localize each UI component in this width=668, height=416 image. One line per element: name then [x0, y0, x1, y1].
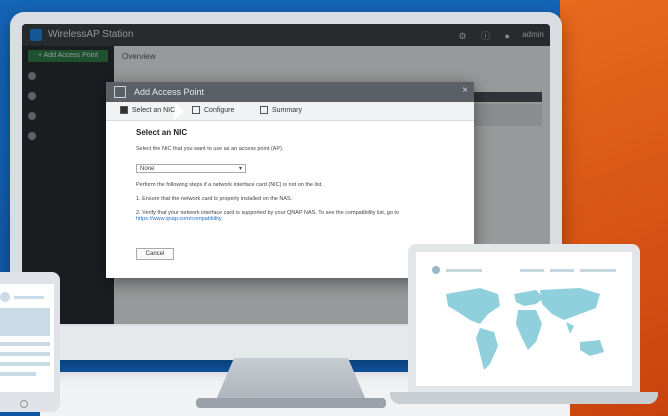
close-icon[interactable]: × — [462, 85, 468, 96]
step-arrow — [174, 102, 184, 120]
nic-select-value: None — [140, 166, 155, 172]
dialog-header: Add Access Point × — [106, 82, 474, 102]
phone-text-line — [0, 362, 50, 366]
home-button-icon — [20, 400, 28, 408]
laptop-title-bar — [446, 269, 482, 272]
nic-prompt: Select the NIC that you want to use as a… — [136, 146, 284, 152]
wizard-steps: Select an NIC Configure Summary — [106, 102, 474, 121]
access-point-icon — [114, 86, 126, 98]
step-summary: Summary — [260, 106, 302, 114]
nic-select[interactable]: None ▾ — [136, 164, 246, 173]
phone-avatar-icon — [0, 292, 10, 302]
chevron-down-icon: ▾ — [238, 166, 242, 172]
laptop-avatar-icon — [432, 266, 440, 274]
step-label: Summary — [272, 106, 302, 114]
cancel-button[interactable]: Cancel — [136, 248, 174, 260]
configure-icon — [192, 106, 200, 114]
laptop-base — [390, 392, 658, 404]
laptop-nav-bar — [580, 269, 616, 272]
instruction-step-1: 1. Ensure that the network card is prope… — [136, 196, 293, 202]
phone-content-block — [0, 308, 50, 336]
step-label: Select an NIC — [132, 106, 176, 114]
nic-icon — [120, 106, 128, 114]
step-select-nic: Select an NIC — [120, 106, 175, 114]
laptop-nav-bar — [550, 269, 574, 272]
world-map-icon — [446, 288, 604, 370]
phone-text-line — [0, 372, 36, 376]
monitor-stand — [216, 358, 366, 400]
section-title: Select an NIC — [136, 128, 188, 137]
laptop-nav-bar — [520, 269, 544, 272]
step-label: Configure — [204, 106, 235, 114]
monitor-stand-base — [196, 398, 386, 408]
dialog-title: Add Access Point — [134, 87, 205, 97]
phone-text-line — [0, 342, 50, 346]
phone-text-line — [0, 352, 50, 356]
instructions-intro: Perform the following steps if a network… — [136, 182, 323, 188]
step-configure: Configure — [192, 106, 234, 114]
phone-title-bar — [14, 296, 44, 299]
compatibility-link[interactable]: https://www.qnap.com/compatibility — [136, 216, 222, 222]
summary-icon — [260, 106, 268, 114]
instruction-step-2: 2. Verify that your network interface ca… — [136, 210, 474, 222]
